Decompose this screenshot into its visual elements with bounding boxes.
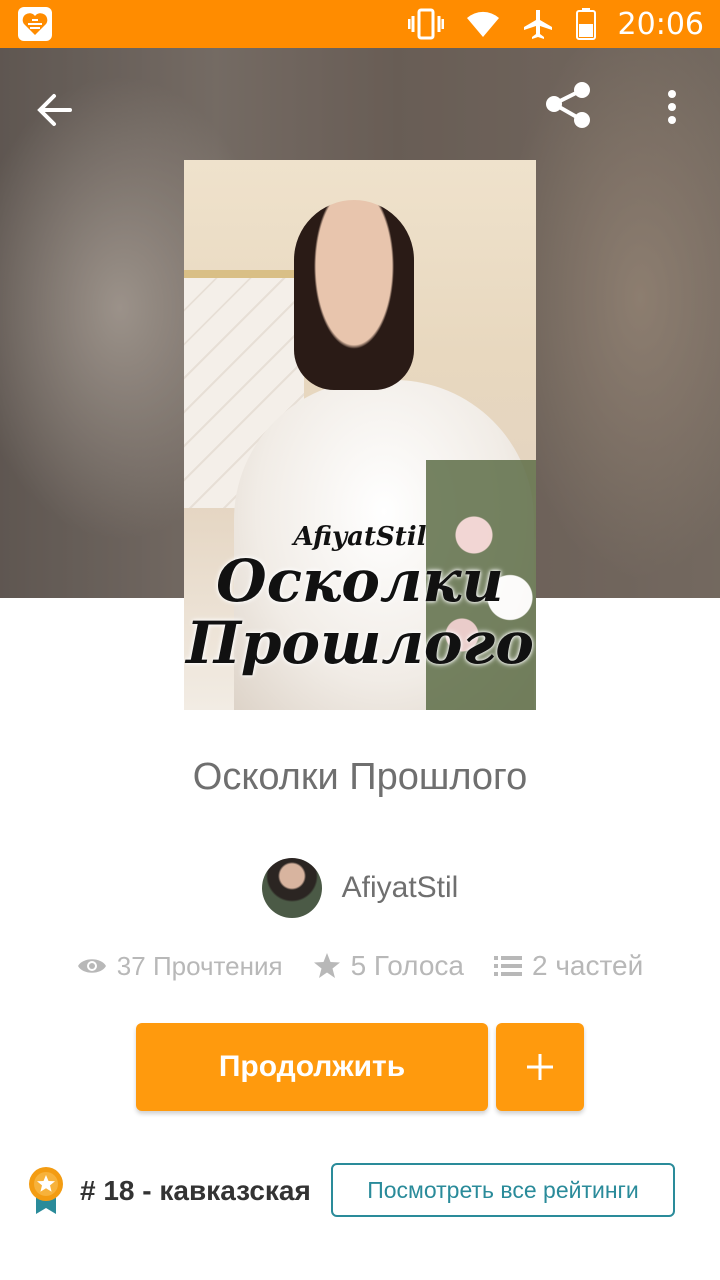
add-to-library-button[interactable]: [496, 1023, 584, 1111]
list-icon: [493, 956, 522, 976]
airplane-icon: [522, 8, 554, 40]
more-vert-icon: [668, 90, 676, 124]
stats-row: 37 Прочтения 5 Голоса 2 частей: [0, 950, 720, 982]
author-name[interactable]: AfiyatStil: [342, 871, 459, 905]
cover-title-line1: Осколки: [216, 547, 504, 615]
book-cover[interactable]: AfiyatStil Осколки Прошлого: [184, 160, 536, 710]
continue-reading-button[interactable]: Продолжить: [136, 1023, 488, 1111]
cover-title-text: Осколки Прошлого: [184, 550, 536, 674]
parts-stat: 2 частей: [493, 950, 644, 982]
parts-count: 2 частей: [531, 950, 644, 981]
wifi-icon: [466, 10, 500, 38]
cover-figure: [294, 200, 414, 390]
battery-icon: [575, 8, 596, 40]
plus-icon: [527, 1054, 553, 1080]
ranking-text: # 18 - кавказская: [80, 1175, 311, 1206]
status-bar: 20:06: [0, 0, 720, 48]
book-title: Осколки Прошлого: [192, 756, 528, 798]
vibrate-icon: [407, 8, 444, 40]
more-options-button[interactable]: [650, 80, 694, 136]
share-icon: [546, 82, 590, 128]
view-all-ratings-button[interactable]: Посмотреть все рейтинги: [331, 1163, 675, 1217]
star-icon: [313, 953, 340, 978]
status-time: 20:06: [617, 6, 704, 42]
ranking-badge-icon: [29, 1167, 63, 1214]
author-avatar[interactable]: [261, 858, 322, 918]
app-heart-icon: [18, 7, 52, 41]
reads-count: 37 Прочтения: [116, 950, 283, 981]
votes-stat: 5 Голоса: [313, 950, 464, 982]
reads-stat: 37 Прочтения: [77, 951, 283, 982]
eye-icon: [77, 959, 106, 973]
back-button[interactable]: [30, 84, 82, 136]
ranking-row: # 18 - кавказская: [26, 1163, 311, 1219]
author-row[interactable]: AfiyatStil: [0, 858, 720, 918]
share-button[interactable]: [540, 78, 596, 134]
votes-count: 5 Голоса: [350, 950, 464, 981]
cover-title-line2: Прошлого: [186, 609, 534, 677]
back-arrow-icon: [37, 94, 72, 126]
